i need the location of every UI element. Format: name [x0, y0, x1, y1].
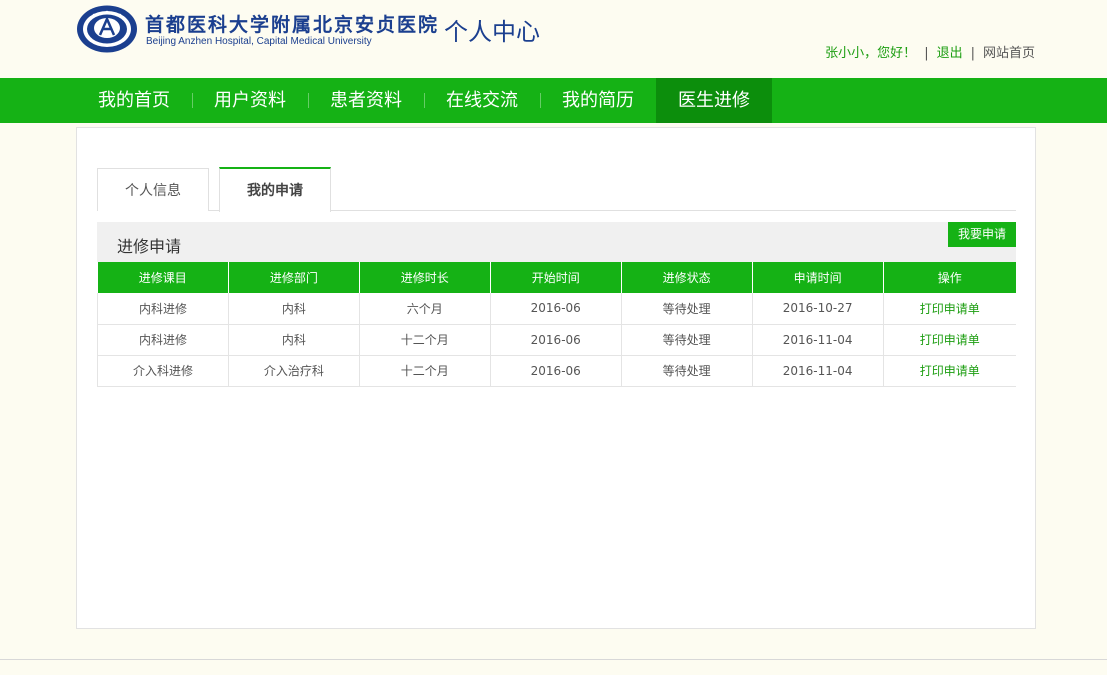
cell-status: 等待处理 [620, 324, 753, 356]
table-row: 内科进修 内科 十二个月 2016-06 等待处理 2016-11-04 打印申… [97, 324, 1016, 356]
apply-button[interactable]: 我要申请 [948, 222, 1016, 247]
nav-item-my-home[interactable]: 我的首页 [76, 78, 192, 123]
cell-duration: 十二个月 [358, 324, 491, 356]
print-application-link[interactable]: 打印申请单 [882, 293, 1016, 325]
cell-department: 内科 [227, 324, 360, 356]
tab-personal-info[interactable]: 个人信息 [97, 168, 209, 211]
nav-item-patient-profile[interactable]: 患者资料 [308, 78, 424, 123]
column-header: 申请时间 [751, 262, 884, 293]
table-row: 内科进修 内科 六个月 2016-06 等待处理 2016-10-27 打印申请… [97, 293, 1016, 325]
user-greeting: 张小小，您好！ [825, 46, 917, 61]
cell-status: 等待处理 [620, 355, 753, 387]
user-links: 张小小，您好！ | 退出 | 网站首页 [825, 42, 1035, 61]
hospital-name-cn: 首都医科大学附属北京安贞医院 [145, 14, 440, 36]
column-header: 进修部门 [227, 262, 360, 293]
cell-start-date: 2016-06 [489, 355, 622, 387]
cell-course: 内科进修 [97, 324, 229, 356]
main-panel: 个人信息 我的申请 进修申请 我要申请 进修课目 进修部门 进修时长 开始时间 … [76, 127, 1036, 629]
section-title: 进修申请 [117, 237, 182, 256]
main-nav: 我的首页 用户资料 患者资料 在线交流 我的简历 医生进修 [0, 78, 1107, 123]
cell-start-date: 2016-06 [489, 293, 622, 325]
print-application-link[interactable]: 打印申请单 [882, 324, 1016, 356]
print-application-link[interactable]: 打印申请单 [882, 355, 1016, 387]
nav-item-user-profile[interactable]: 用户资料 [192, 78, 308, 123]
column-header: 开始时间 [489, 262, 622, 293]
cell-apply-date: 2016-11-04 [751, 355, 884, 387]
site-home-link[interactable]: 网站首页 [983, 46, 1035, 61]
column-header: 操作 [882, 262, 1016, 293]
cell-duration: 六个月 [358, 293, 491, 325]
table-row: 介入科进修 介入治疗科 十二个月 2016-06 等待处理 2016-11-04… [97, 355, 1016, 387]
cell-department: 内科 [227, 293, 360, 325]
cell-department: 介入治疗科 [227, 355, 360, 387]
nav-item-my-resume[interactable]: 我的简历 [540, 78, 656, 123]
cell-apply-date: 2016-11-04 [751, 324, 884, 356]
column-header: 进修课目 [97, 262, 229, 293]
tab-bar: 个人信息 我的申请 [97, 167, 1016, 212]
separator: | [924, 46, 929, 61]
cell-course: 介入科进修 [97, 355, 229, 387]
cell-course: 内科进修 [97, 293, 229, 325]
separator: | [970, 46, 975, 61]
applications-table: 进修课目 进修部门 进修时长 开始时间 进修状态 申请时间 操作 内科进修 内科… [97, 262, 1016, 387]
hospital-name-en: Beijing Anzhen Hospital, Capital Medical… [146, 36, 372, 47]
cell-apply-date: 2016-10-27 [751, 293, 884, 325]
section-header: 进修申请 我要申请 [97, 222, 1016, 262]
nav-item-doctor-training[interactable]: 医生进修 [656, 78, 772, 123]
footer-divider [0, 659, 1107, 660]
logout-link[interactable]: 退出 [937, 46, 963, 61]
column-header: 进修状态 [620, 262, 753, 293]
site-header: 首都医科大学附属北京安贞医院 Beijing Anzhen Hospital, … [0, 0, 1107, 78]
page-title: 个人中心 [444, 18, 540, 46]
hospital-emblem-icon [76, 4, 138, 54]
cell-duration: 十二个月 [358, 355, 491, 387]
nav-item-online-chat[interactable]: 在线交流 [424, 78, 540, 123]
cell-start-date: 2016-06 [489, 324, 622, 356]
cell-status: 等待处理 [620, 293, 753, 325]
table-header-row: 进修课目 进修部门 进修时长 开始时间 进修状态 申请时间 操作 [97, 262, 1016, 293]
tab-my-applications[interactable]: 我的申请 [219, 167, 331, 212]
column-header: 进修时长 [358, 262, 491, 293]
